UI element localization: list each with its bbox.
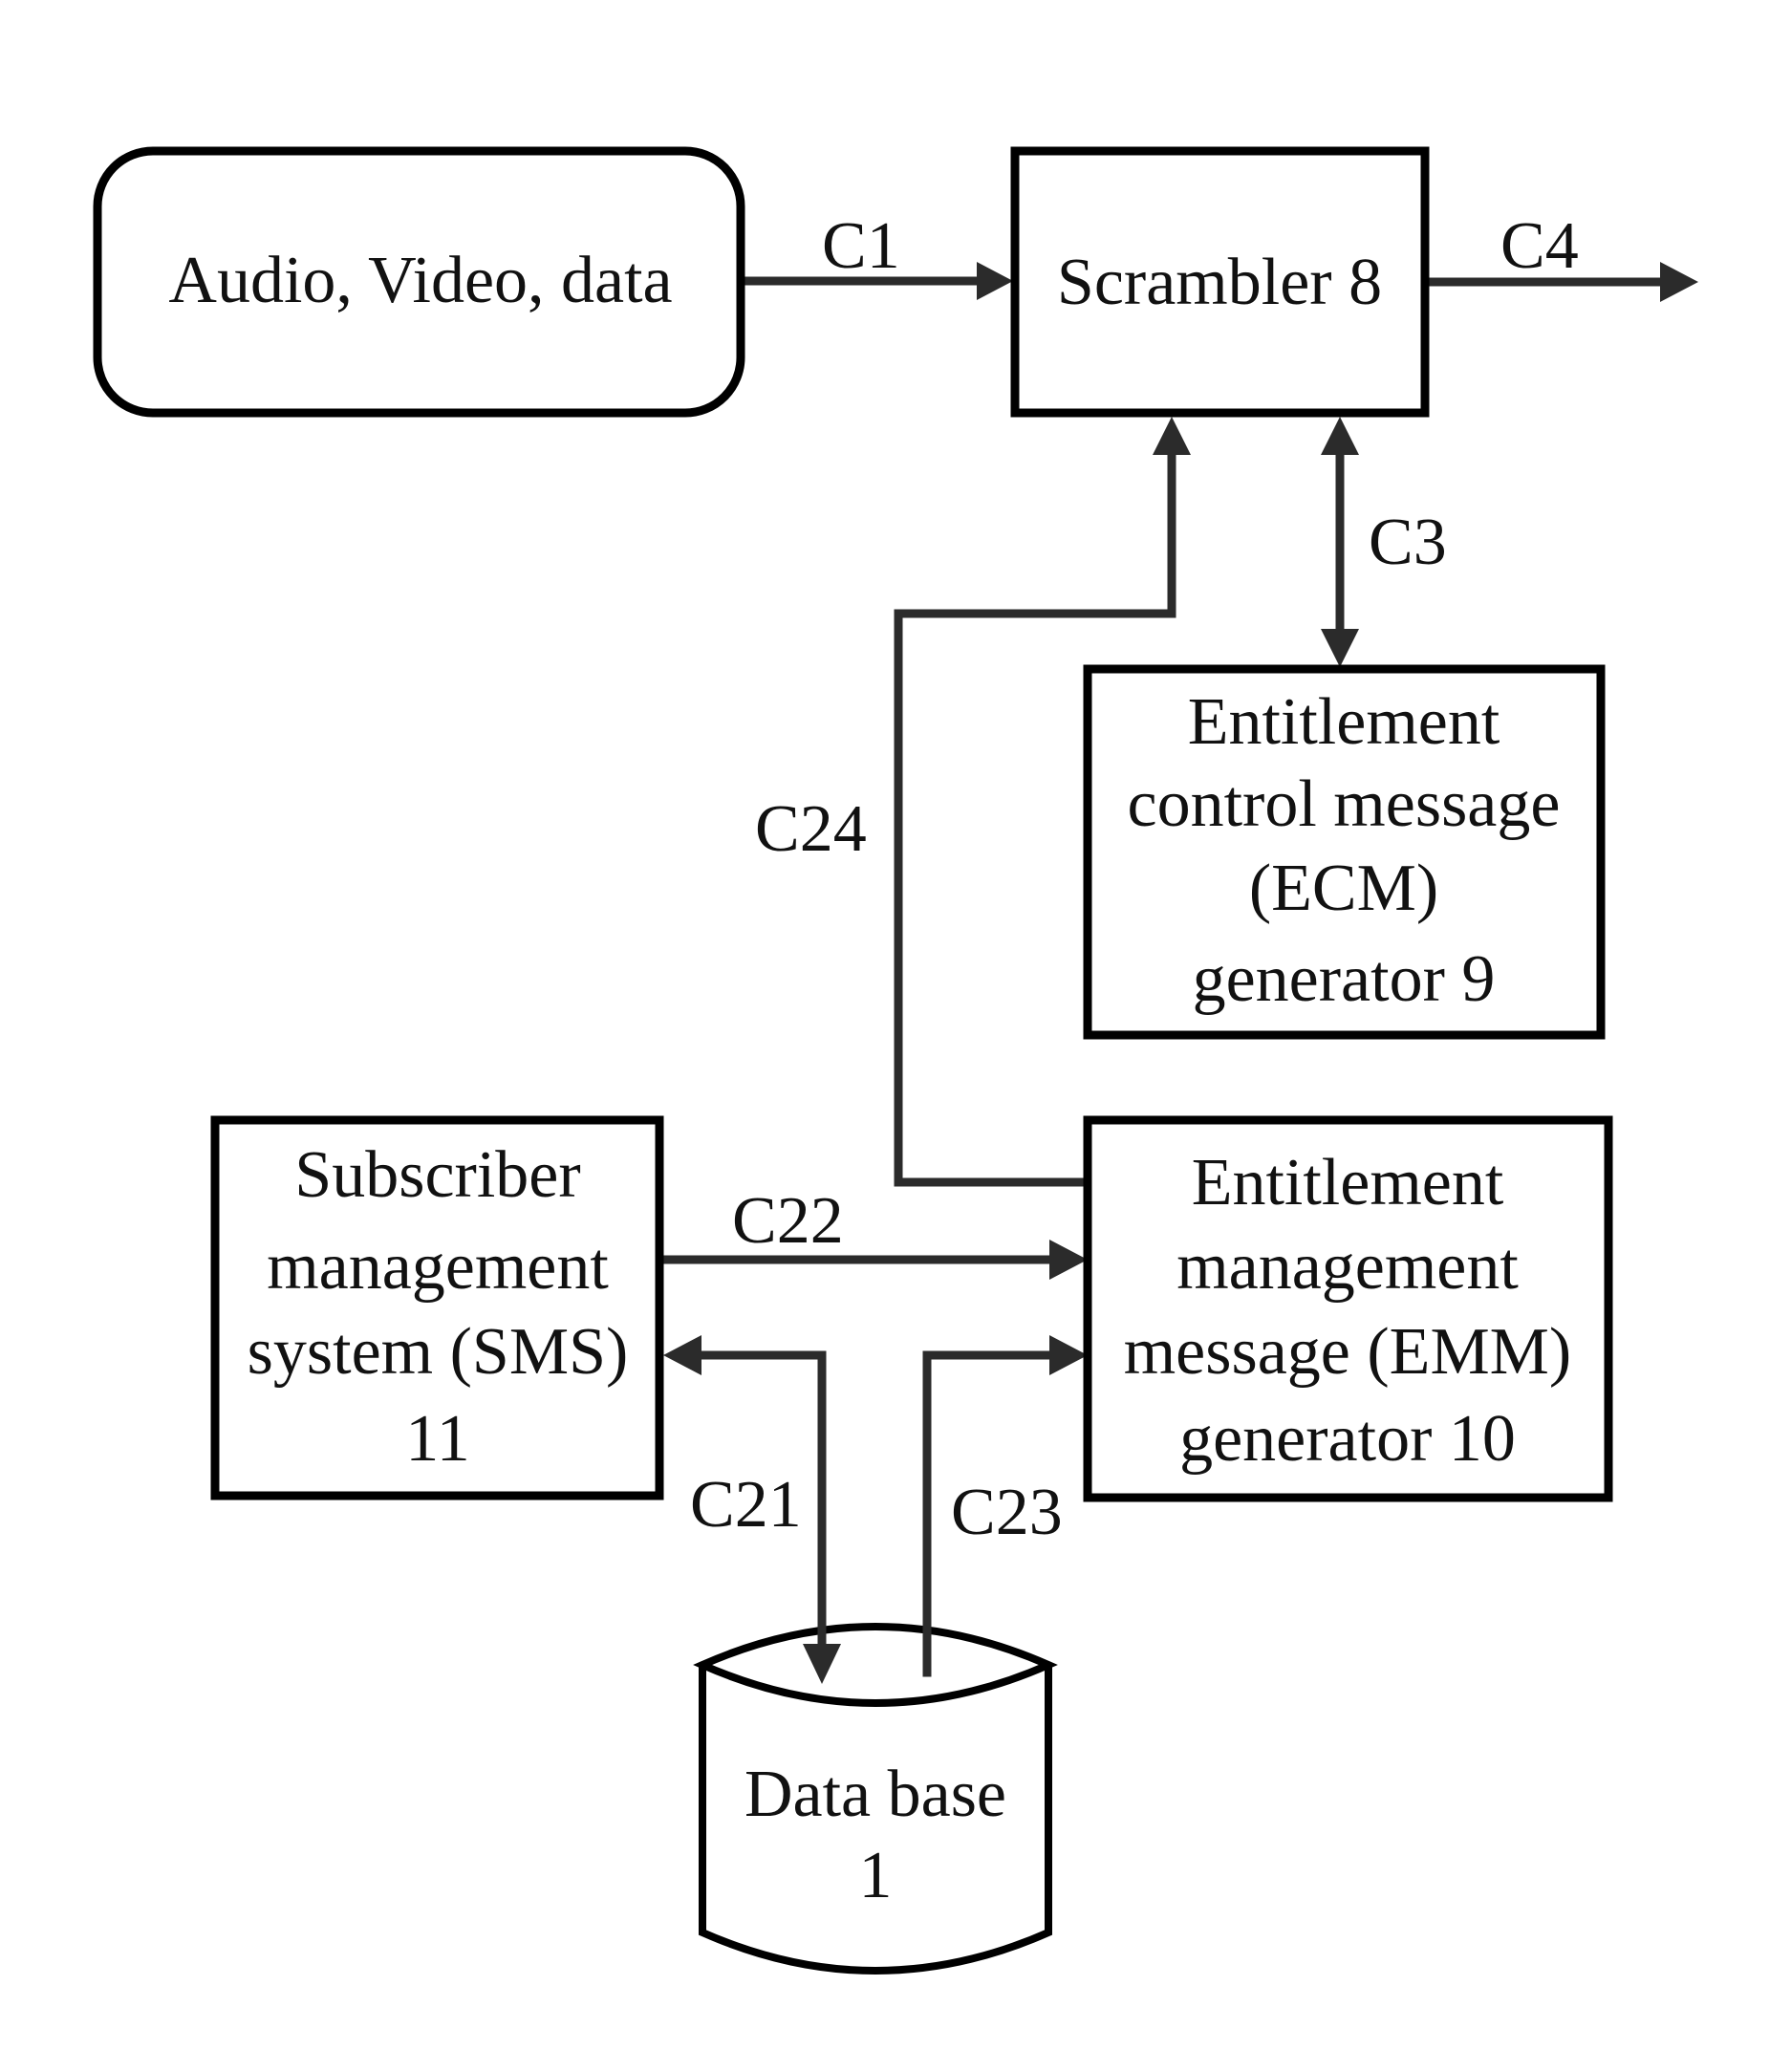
node-database-line-1: Data base [744,1758,1006,1831]
node-emm-generator: Entitlement management message (EMM) gen… [1083,1115,1613,1502]
node-ecm-line-4: generator 9 [1193,942,1496,1016]
node-emm-line-4: generator 10 [1179,1402,1516,1476]
node-ecm-generator: Entitlement control message (ECM) genera… [1083,664,1606,1040]
label-c3: C3 [1369,506,1447,579]
node-sms-line-4: 11 [405,1402,469,1476]
arrowhead-c23 [1049,1335,1088,1375]
node-emm-line-2: management [1176,1230,1519,1304]
arrowhead-c22 [1049,1240,1088,1280]
node-sms-line-3: system (SMS) [248,1315,629,1389]
node-ecm-line-2: control message [1128,767,1561,841]
node-ecm-line-1: Entitlement [1188,685,1500,759]
node-audio-video-data-label: Audio, Video, data [168,244,672,317]
connector-c22 [657,1240,1088,1280]
node-database: Data base 1 [693,1623,1058,1975]
node-sms-line-1: Subscriber [294,1138,580,1212]
label-c1: C1 [822,209,900,283]
connector-c3 [1321,417,1359,667]
node-audio-video-data: Audio, Video, data [93,146,745,418]
ca-system-diagram: C1 C4 C24 C3 C22 C21 C23 Audio, Video, d… [93,146,1698,1975]
node-database-line-2: 1 [859,1839,893,1912]
node-emm-line-3: message (EMM) [1124,1315,1572,1389]
label-c21: C21 [690,1468,802,1542]
arrowhead-c4 [1660,262,1698,302]
arrowhead-c1 [977,262,1013,300]
label-c4: C4 [1500,209,1579,283]
arrowhead-c24 [1153,417,1191,455]
node-emm-line-1: Entitlement [1192,1146,1504,1219]
label-c23: C23 [951,1476,1063,1549]
arrowhead-c21-left [663,1335,701,1375]
node-sms-line-2: management [267,1230,609,1304]
label-c22: C22 [732,1184,844,1258]
arrowhead-c3-up [1321,417,1359,455]
label-c24: C24 [755,792,867,866]
node-scrambler-label: Scrambler 8 [1057,246,1382,319]
node-ecm-line-3: (ECM) [1249,852,1438,925]
node-scrambler: Scrambler 8 [1010,146,1430,418]
node-sms: Subscriber management system (SMS) 11 [210,1115,664,1500]
arrowhead-c3-down [1321,629,1359,667]
